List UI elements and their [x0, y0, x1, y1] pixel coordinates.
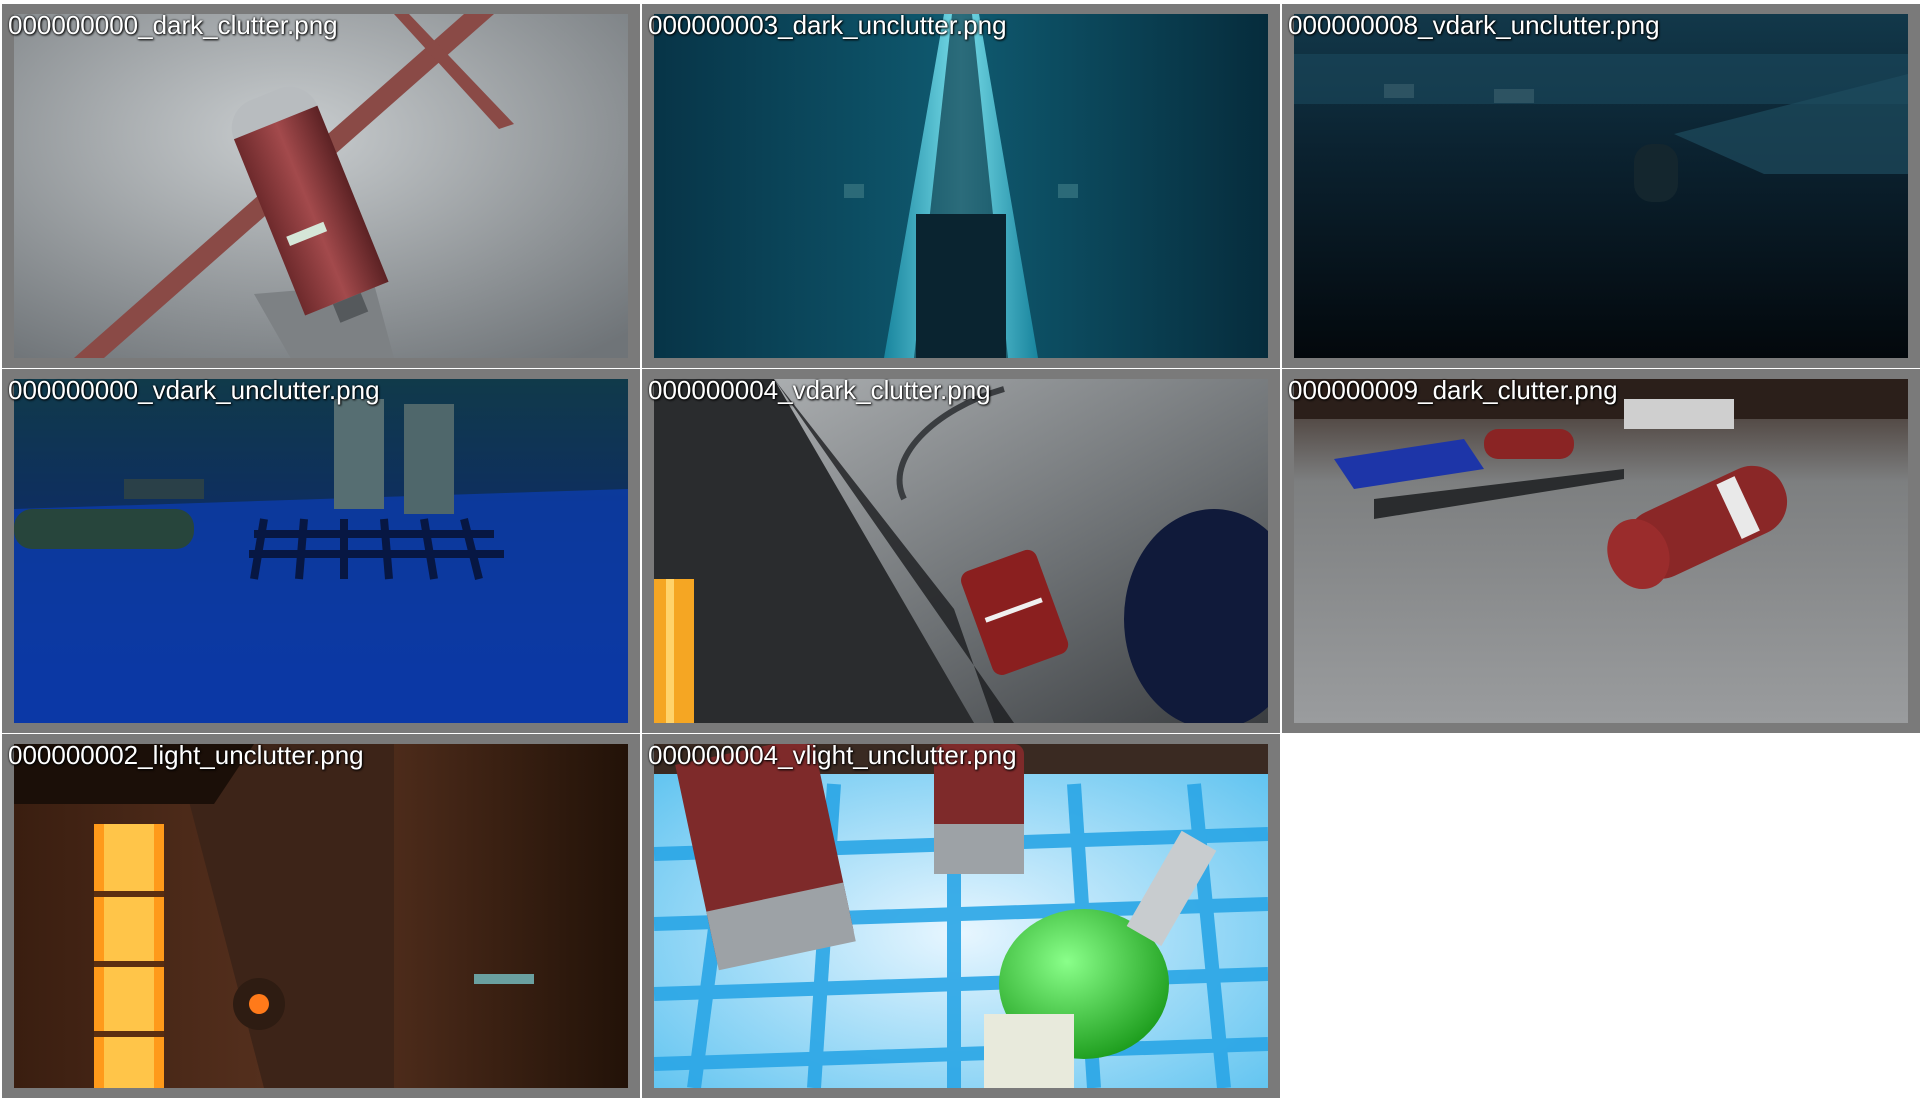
thumbnail-tile[interactable]: 000000003_dark_unclutter.png — [642, 4, 1280, 368]
thumbnail-tile[interactable]: 000000009_dark_clutter.png — [1282, 369, 1920, 733]
thumbnail-image — [1294, 14, 1908, 358]
thumbnail-image — [654, 379, 1268, 723]
thumbnail-tile[interactable]: 000000000_dark_clutter.png — [2, 4, 640, 368]
thumbnail-tile[interactable]: 000000000_vdark_unclutter.png — [2, 369, 640, 733]
thumbnail-tile[interactable]: 000000002_light_unclutter.png — [2, 734, 640, 1098]
thumbnail-tile[interactable]: 000000004_vdark_clutter.png — [642, 369, 1280, 733]
thumbnail-image — [14, 379, 628, 723]
thumbnail-image — [654, 14, 1268, 358]
thumbnail-image — [1294, 379, 1908, 723]
thumbnail-image — [654, 744, 1268, 1088]
thumbnail-tile[interactable]: 000000004_vlight_unclutter.png — [642, 734, 1280, 1098]
thumbnail-image — [14, 744, 628, 1088]
thumbnail-tile[interactable]: 000000008_vdark_unclutter.png — [1282, 4, 1920, 368]
thumbnail-image — [14, 14, 628, 358]
